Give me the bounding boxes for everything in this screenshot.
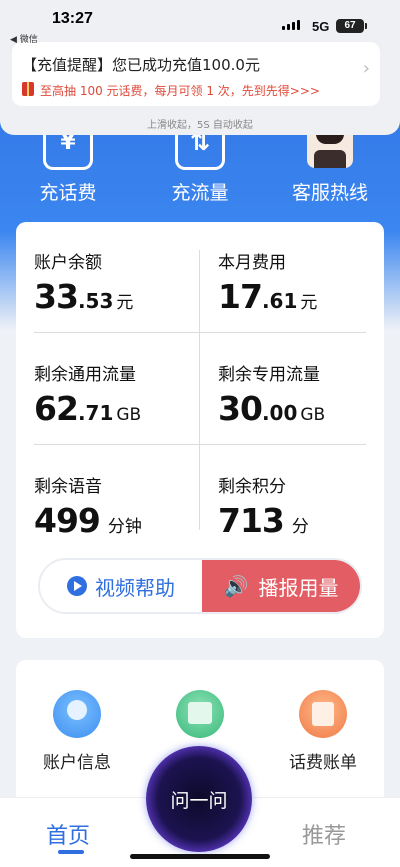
recharge-fee-label: 充话费	[39, 182, 97, 204]
account-info-label: 账户信息	[43, 753, 111, 773]
general-data-unit: GB	[116, 405, 142, 425]
report-usage-button[interactable]: 🔊 播报用量	[202, 560, 360, 612]
back-to-wechat-link[interactable]: ◀ 微信	[10, 32, 38, 45]
help-report-buttons: 视频帮助 🔊 播报用量	[38, 558, 362, 614]
service-middle-button[interactable]	[145, 690, 255, 738]
speaker-icon: 🔊	[223, 574, 249, 598]
special-data-cell[interactable]: 剩余专用流量 30.00 GB	[218, 360, 388, 428]
signal-icon	[282, 20, 300, 30]
general-data-dec: .71	[77, 401, 114, 425]
active-tab-indicator	[58, 850, 84, 854]
voice-int: 499	[34, 501, 101, 540]
network-label: 5G	[312, 19, 330, 34]
month-fee-unit: 元	[300, 293, 318, 313]
account-info-icon	[53, 690, 101, 738]
account-balance-unit: 元	[116, 293, 134, 313]
phone-bill-label: 话费账单	[289, 753, 357, 773]
special-data-int: 30	[218, 389, 263, 428]
special-data-unit: GB	[300, 405, 326, 425]
video-help-button[interactable]: 视频帮助	[40, 560, 202, 612]
month-fee-dec: .61	[261, 289, 298, 313]
account-balance-cell[interactable]: 账户余额 33.53 元	[34, 248, 204, 316]
nav-recommend-tab[interactable]: 推荐	[302, 818, 346, 850]
divider	[34, 444, 366, 445]
battery-icon: 67	[336, 19, 367, 33]
general-data-int: 62	[34, 389, 79, 428]
general-data-label: 剩余通用流量	[34, 365, 136, 385]
document-icon	[176, 690, 224, 738]
general-data-cell[interactable]: 剩余通用流量 62.71 GB	[34, 360, 204, 428]
notification-title: 【充值提醒】您已成功充值100.0元	[22, 56, 260, 74]
voice-label: 剩余语音	[34, 477, 102, 497]
notification-subtitle: 至高抽 100 元话费，每月可领 1 次，先到先得>>>	[40, 84, 320, 98]
vertical-divider	[199, 250, 200, 530]
status-bar: 13:27 ◀ 微信 5G 67	[0, 0, 400, 45]
gift-icon	[22, 82, 34, 96]
points-cell[interactable]: 剩余积分 713 分	[218, 472, 388, 540]
account-info-button[interactable]: 账户信息	[22, 690, 132, 773]
account-balance-int: 33	[34, 277, 79, 316]
voice-cell[interactable]: 剩余语音 499 分钟	[34, 472, 204, 540]
points-int: 713	[218, 501, 285, 540]
nav-home-tab[interactable]: 首页	[46, 818, 90, 850]
bill-icon	[299, 690, 347, 738]
play-icon	[67, 576, 87, 596]
status-time: 13:27	[52, 10, 93, 27]
customer-service-label: 客服热线	[291, 182, 368, 204]
special-data-label: 剩余专用流量	[218, 365, 320, 385]
month-fee-label: 本月费用	[218, 253, 286, 273]
account-balance-label: 账户余额	[34, 253, 102, 273]
account-balance-dec: .53	[77, 289, 114, 313]
home-indicator	[130, 854, 270, 859]
balance-card: 账户余额 33.53 元 本月费用 17.61 元 剩余通用流量 62.71 GB 剩…	[16, 222, 384, 638]
recharge-notification[interactable]: 【充值提醒】您已成功充值100.0元 至高抽 100 元话费，每月可领 1 次，…	[12, 42, 380, 106]
points-label: 剩余积分	[218, 477, 286, 497]
recharge-data-label: 充流量	[171, 182, 229, 204]
voice-unit: 分钟	[107, 517, 142, 537]
divider	[34, 332, 366, 333]
special-data-dec: .00	[261, 401, 298, 425]
video-help-label: 视频帮助	[95, 575, 175, 600]
ask-button[interactable]: 问一问	[146, 746, 252, 852]
points-unit: 分	[291, 517, 309, 537]
month-fee-int: 17	[218, 277, 263, 316]
chevron-right-icon: ›	[362, 58, 370, 79]
phone-bill-button[interactable]: 话费账单	[268, 690, 378, 773]
report-usage-label: 播报用量	[258, 575, 339, 600]
month-fee-cell[interactable]: 本月费用 17.61 元	[218, 248, 388, 316]
notification-panel: 【充值提醒】您已成功充值100.0元 至高抽 100 元话费，每月可领 1 次，…	[0, 42, 400, 135]
notification-hint: 上滑收起，5S 自动收起	[147, 120, 253, 131]
